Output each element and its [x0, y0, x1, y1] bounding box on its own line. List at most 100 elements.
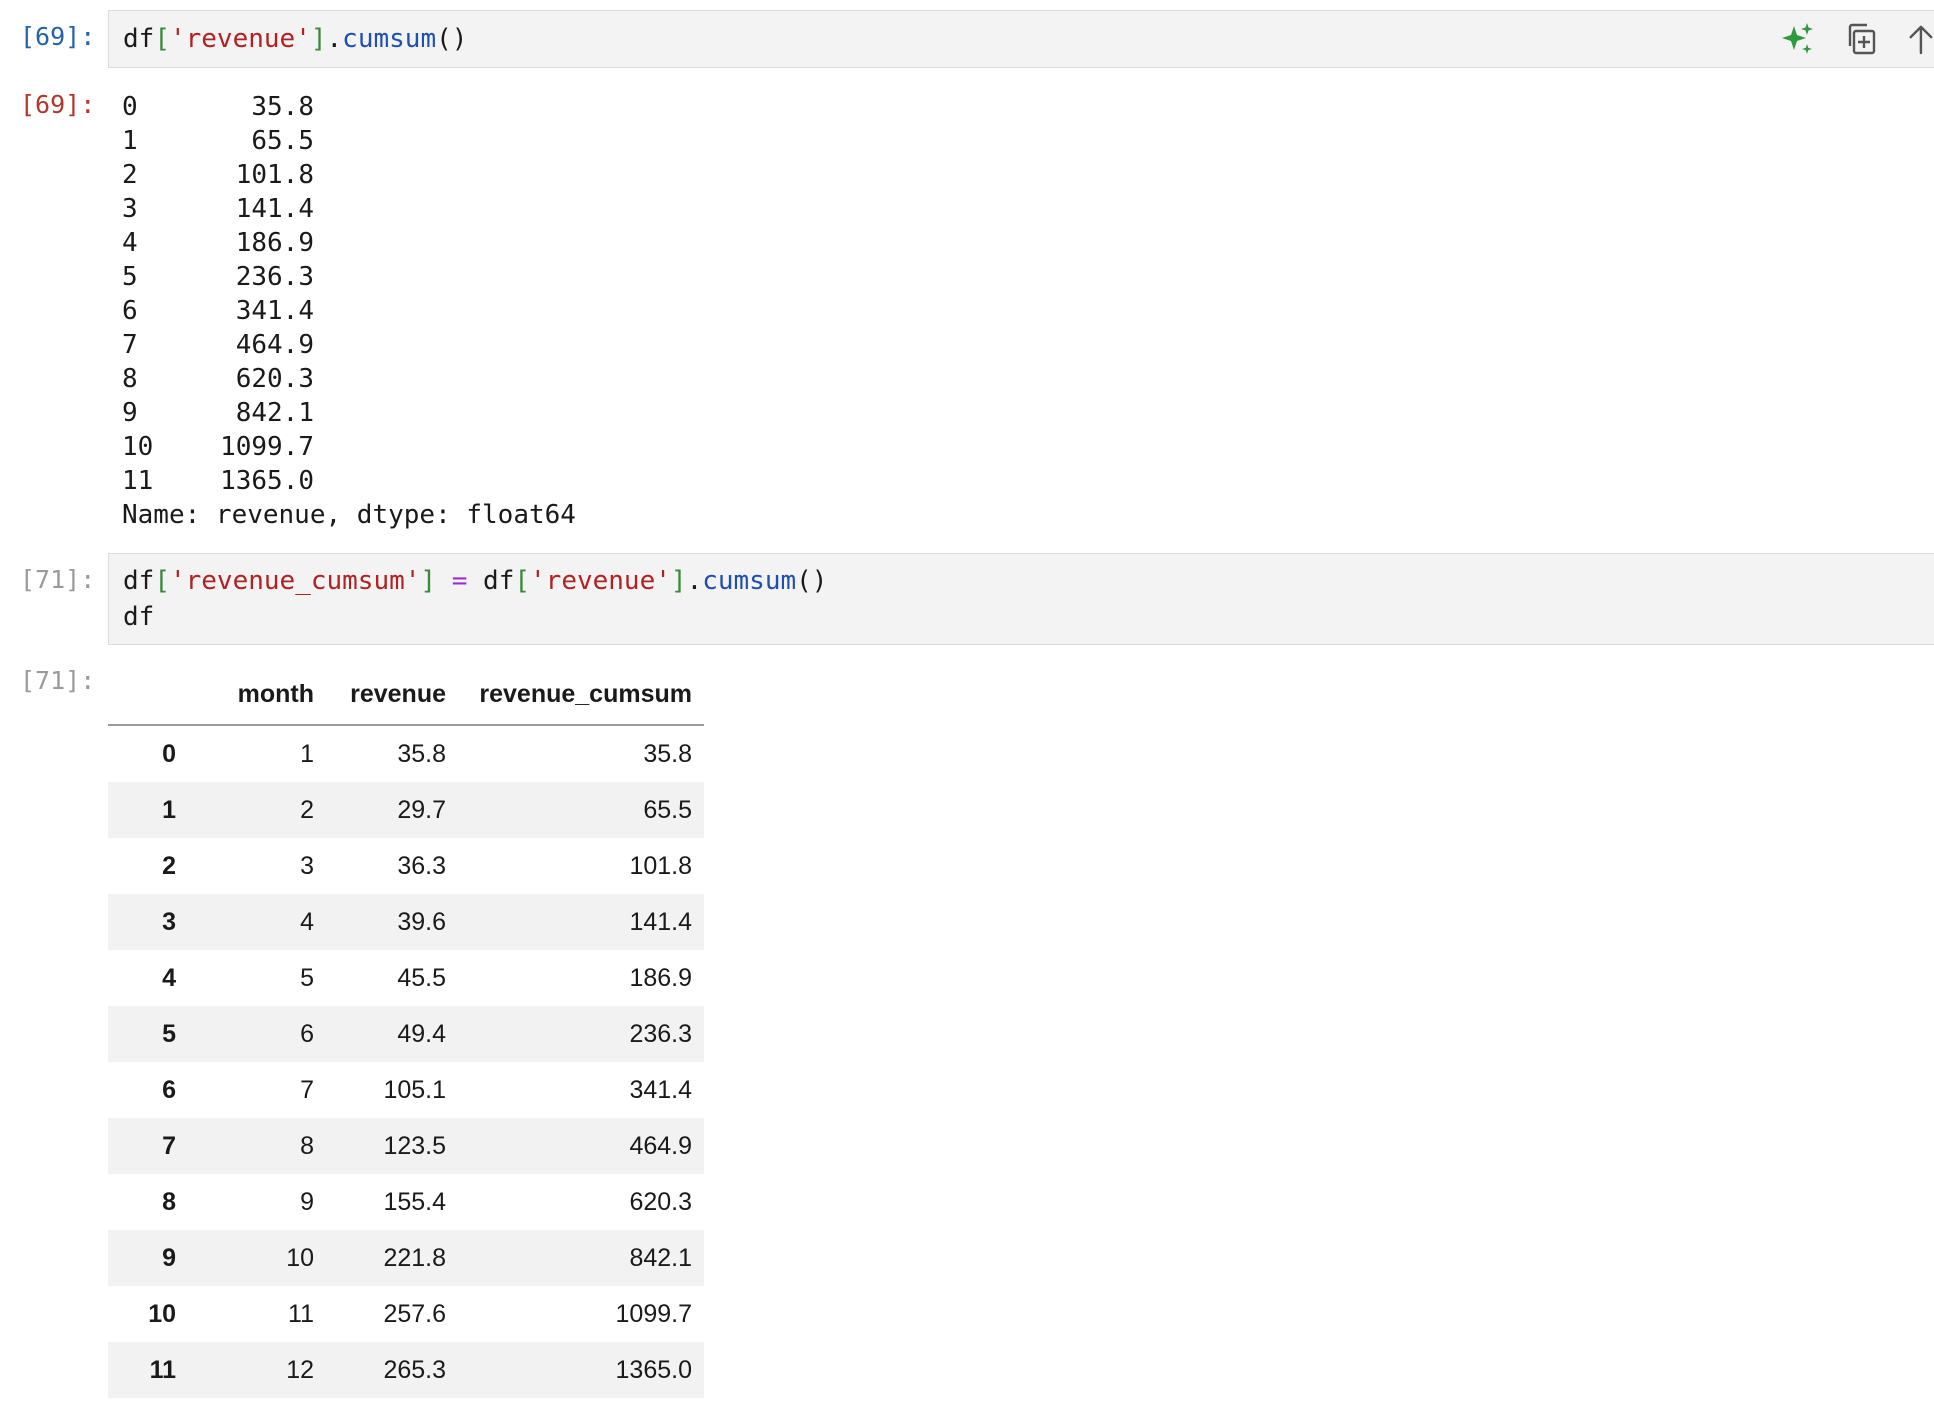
- table-row: 2 3 36.3 101.8: [108, 838, 704, 894]
- series-value: 1099.7: [220, 432, 314, 462]
- cell-revenue-cumsum: 464.9: [629, 1131, 692, 1160]
- cell-revenue: 36.3: [397, 851, 446, 880]
- series-row: 8 620.3: [122, 362, 576, 396]
- series-value: 842.1: [235, 398, 314, 428]
- cell-revenue: 257.6: [383, 1299, 446, 1328]
- cell-month: 7: [300, 1075, 314, 1104]
- code-token-string: 'revenue': [169, 24, 311, 54]
- cell-revenue: 155.4: [383, 1187, 446, 1216]
- cell-revenue-cumsum: 65.5: [643, 795, 692, 824]
- row-index: 11: [149, 1355, 176, 1384]
- cell-toolbar: [1778, 11, 1934, 67]
- row-index: 8: [162, 1187, 176, 1216]
- row-index: 9: [162, 1243, 176, 1272]
- code-token-bracket: ]: [310, 24, 327, 54]
- code-token-bracket: ]: [420, 566, 437, 596]
- code-token-var: df: [123, 566, 155, 596]
- code-token-function: cumsum: [702, 566, 797, 596]
- code-token-function: cumsum: [342, 24, 437, 54]
- series-footer: Name: revenue, dtype: float64: [122, 500, 576, 530]
- cell-month: 2: [300, 795, 314, 824]
- row-index: 6: [162, 1075, 176, 1104]
- series-output: 0 35.8 1 65.5 2 101.8 3 141.4 4 186.9 5 236.3 6 341.4…: [122, 90, 576, 532]
- series-row: 3 141.4: [122, 192, 576, 226]
- series-value: 101.8: [235, 160, 314, 190]
- move-cell-up-button[interactable]: [1906, 19, 1934, 59]
- series-value: 236.3: [235, 262, 314, 292]
- index-header: [108, 664, 188, 726]
- column-header-month: month: [188, 664, 326, 726]
- code-line[interactable]: df['revenue_cumsum'] = df['revenue'].cum…: [123, 563, 1934, 599]
- series-row: 7 464.9: [122, 328, 576, 362]
- cell-month: 9: [300, 1187, 314, 1216]
- code-token-parens: (): [796, 566, 828, 596]
- series-index: 7: [122, 330, 138, 360]
- row-index: 3: [162, 907, 176, 936]
- cell-revenue-cumsum: 141.4: [629, 907, 692, 936]
- cell-month: 3: [300, 851, 314, 880]
- series-index: 10: [122, 432, 154, 462]
- code-token-bracket: ]: [670, 566, 687, 596]
- cell-month: 6: [300, 1019, 314, 1048]
- cell-revenue-cumsum: 236.3: [629, 1019, 692, 1048]
- cell-revenue-cumsum: 1365.0: [615, 1355, 692, 1384]
- cell-revenue-cumsum: 1099.7: [615, 1299, 692, 1328]
- cell-month: 11: [288, 1299, 314, 1328]
- cell-revenue-cumsum: 35.8: [643, 739, 692, 768]
- code-token-bracket: [: [154, 566, 170, 596]
- table-header-row: month revenue revenue_cumsum: [108, 664, 704, 726]
- cell-month: 5: [300, 963, 314, 992]
- cell-revenue-cumsum: 842.1: [629, 1243, 692, 1272]
- cell-revenue: 123.5: [383, 1131, 446, 1160]
- input-prompt: [69]:: [20, 22, 96, 51]
- column-header-revenue: revenue: [326, 664, 458, 726]
- series-row: 4 186.9: [122, 226, 576, 260]
- series-value: 35.8: [251, 92, 314, 122]
- series-value: 141.4: [235, 194, 314, 224]
- table-row: 8 9 155.4 620.3: [108, 1174, 704, 1230]
- cell-revenue: 49.4: [397, 1019, 446, 1048]
- code-token-string: 'revenue_cumsum': [169, 566, 421, 596]
- dataframe-table: month revenue revenue_cumsum 0 1 35.8 35.8 1…: [108, 664, 704, 1398]
- series-row: 9 842.1: [122, 396, 576, 430]
- series-index: 5: [122, 262, 138, 292]
- code-editor[interactable]: df['revenue'].cumsum(): [108, 10, 1934, 68]
- table-row: 10 11 257.6 1099.7: [108, 1286, 704, 1342]
- table-row: 4 5 45.5 186.9: [108, 950, 704, 1006]
- series-index: 8: [122, 364, 138, 394]
- series-row: 2 101.8: [122, 158, 576, 192]
- code-line[interactable]: df: [123, 599, 1934, 635]
- code-token-operator: =: [436, 566, 484, 596]
- series-value: 186.9: [235, 228, 314, 258]
- column-header-revenue-cumsum: revenue_cumsum: [458, 664, 704, 726]
- table-row: 3 4 39.6 141.4: [108, 894, 704, 950]
- cell-revenue: 45.5: [397, 963, 446, 992]
- row-index: 7: [162, 1131, 176, 1160]
- row-index: 0: [162, 739, 176, 768]
- output-prompt: [71]:: [20, 666, 96, 695]
- code-line[interactable]: df['revenue'].cumsum(): [123, 21, 1934, 57]
- series-index: 6: [122, 296, 138, 326]
- code-token-dot: .: [326, 24, 343, 54]
- cell-revenue: 265.3: [383, 1355, 446, 1384]
- table-row: 0 1 35.8 35.8: [108, 725, 704, 782]
- series-index: 9: [122, 398, 138, 428]
- code-token-var: df: [483, 566, 515, 596]
- series-row: 1 65.5: [122, 124, 576, 158]
- cell-month: 10: [286, 1243, 314, 1272]
- row-index: 10: [148, 1299, 176, 1328]
- duplicate-cell-button[interactable]: [1842, 19, 1882, 59]
- series-row: 10 1099.7: [122, 430, 576, 464]
- row-index: 1: [162, 795, 176, 824]
- series-row: 11 1365.0: [122, 464, 576, 498]
- sparkle-ai-icon: [1782, 23, 1813, 54]
- code-token-bracket: [: [154, 24, 170, 54]
- table-row: 7 8 123.5 464.9: [108, 1118, 704, 1174]
- row-index: 2: [162, 851, 176, 880]
- cell-month: 8: [300, 1131, 314, 1160]
- ai-assist-button[interactable]: [1778, 19, 1818, 59]
- cell-month: 1: [300, 739, 314, 768]
- code-editor[interactable]: df['revenue_cumsum'] = df['revenue'].cum…: [108, 553, 1934, 645]
- code-token-bracket: [: [514, 566, 531, 596]
- series-row: 0 35.8: [122, 90, 576, 124]
